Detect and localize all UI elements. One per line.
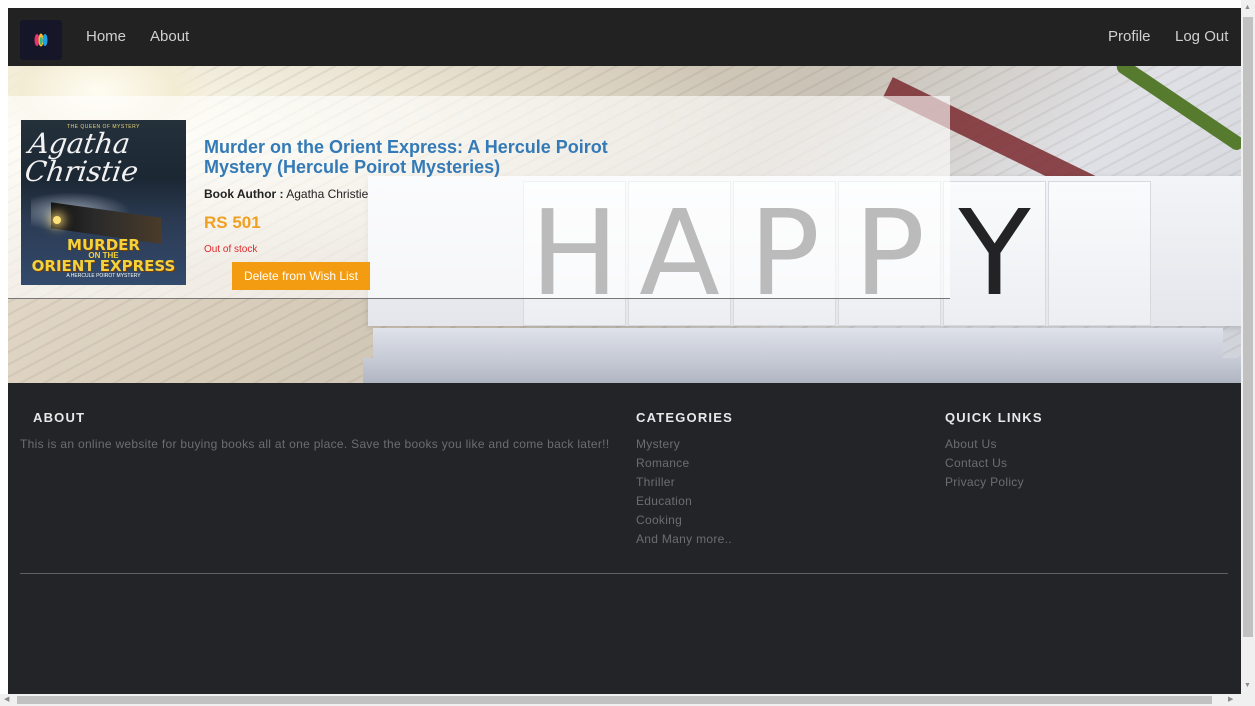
stock-status: Out of stock xyxy=(204,244,258,255)
browser-viewport: Home About Profile Log Out H A P P Y THE… xyxy=(8,8,1241,694)
quick-link[interactable]: Privacy Policy xyxy=(945,473,1024,492)
category-link[interactable]: And Many more.. xyxy=(636,530,732,549)
feather-logo-icon xyxy=(34,33,48,47)
cover-headlight xyxy=(53,216,61,224)
footer: ABOUT This is an online website for buyi… xyxy=(8,383,1241,694)
book-author: Book Author : Agatha Christie xyxy=(204,187,368,201)
cover-title-line-1: MURDER xyxy=(67,236,140,254)
quick-link[interactable]: About Us xyxy=(945,435,1024,454)
letter-board-ledge xyxy=(373,328,1223,358)
footer-about-text: This is an online website for buying boo… xyxy=(20,437,610,451)
cover-author: Agatha Christie xyxy=(22,127,141,188)
category-link[interactable]: Romance xyxy=(636,454,732,473)
quick-link[interactable]: Contact Us xyxy=(945,454,1024,473)
nav-about-link[interactable]: About xyxy=(150,28,189,45)
brand-logo[interactable] xyxy=(20,20,62,60)
horizontal-scroll-thumb[interactable] xyxy=(17,696,1212,704)
footer-categories-heading: CATEGORIES xyxy=(636,410,733,425)
scroll-right-arrow-icon[interactable]: ▶ xyxy=(1228,696,1233,704)
scroll-up-arrow-icon[interactable]: ▲ xyxy=(1244,4,1251,12)
category-link[interactable]: Mystery xyxy=(636,435,732,454)
book-price: RS 501 xyxy=(204,213,261,232)
footer-divider xyxy=(20,573,1228,574)
book-author-name: Agatha Christie xyxy=(286,187,369,201)
footer-about-heading: ABOUT xyxy=(33,410,86,425)
letter-tile xyxy=(1048,181,1151,326)
board-letter: Y xyxy=(958,184,1031,322)
nav-profile-link[interactable]: Profile xyxy=(1108,28,1151,45)
delete-from-wishlist-button[interactable]: Delete from Wish List xyxy=(232,262,370,290)
horizontal-scrollbar[interactable]: ◀ ▶ xyxy=(0,694,1241,706)
book-cover-image[interactable]: THE QUEEN OF MYSTERY Agatha Christie MUR… xyxy=(21,120,186,285)
footer-quick-links-heading: QUICK LINKS xyxy=(945,410,1043,425)
wishlist-book-card: THE QUEEN OF MYSTERY Agatha Christie MUR… xyxy=(8,96,950,299)
letter-board-base xyxy=(363,358,1241,383)
vertical-scrollbar[interactable]: ▲ ▼ xyxy=(1241,0,1255,706)
category-link[interactable]: Cooking xyxy=(636,511,732,530)
category-link[interactable]: Education xyxy=(636,492,732,511)
book-title-link[interactable]: Murder on the Orient Express: A Hercule … xyxy=(204,137,674,177)
category-link[interactable]: Thriller xyxy=(636,473,732,492)
hero-banner: H A P P Y THE QUEEN OF MYSTERY Agatha Ch… xyxy=(8,66,1241,383)
footer-categories-list: Mystery Romance Thriller Education Cooki… xyxy=(636,435,732,549)
footer-quick-links-list: About Us Contact Us Privacy Policy xyxy=(945,435,1024,492)
scroll-left-arrow-icon[interactable]: ◀ xyxy=(4,696,9,704)
vertical-scroll-thumb[interactable] xyxy=(1243,17,1253,637)
scroll-down-arrow-icon[interactable]: ▼ xyxy=(1244,682,1251,690)
cover-subtitle: A HERCULE POIROT MYSTERY xyxy=(66,273,141,279)
nav-home-link[interactable]: Home xyxy=(86,28,126,45)
navbar: Home About Profile Log Out xyxy=(8,8,1241,66)
cover-title-line-3: ORIENT EXPRESS xyxy=(31,257,176,275)
book-author-label: Book Author : xyxy=(204,187,284,201)
nav-logout-link[interactable]: Log Out xyxy=(1175,28,1228,45)
